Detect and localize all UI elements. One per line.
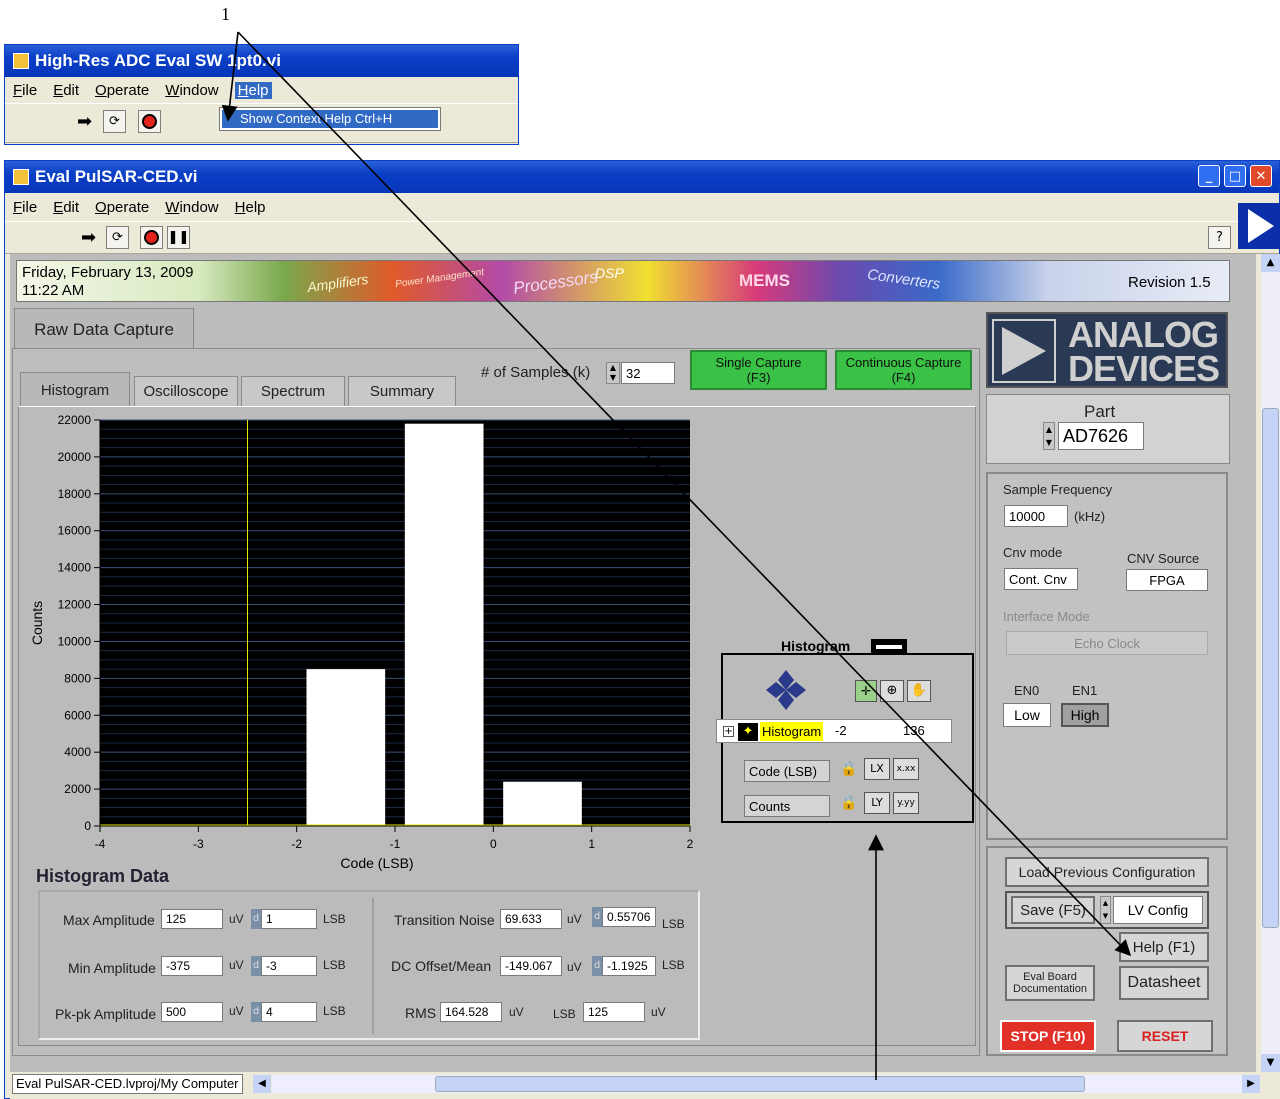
arrow-to-help-menu	[221, 31, 239, 122]
annotation-arrows	[221, 31, 1132, 1080]
arrow-to-help-button	[237, 31, 1132, 957]
